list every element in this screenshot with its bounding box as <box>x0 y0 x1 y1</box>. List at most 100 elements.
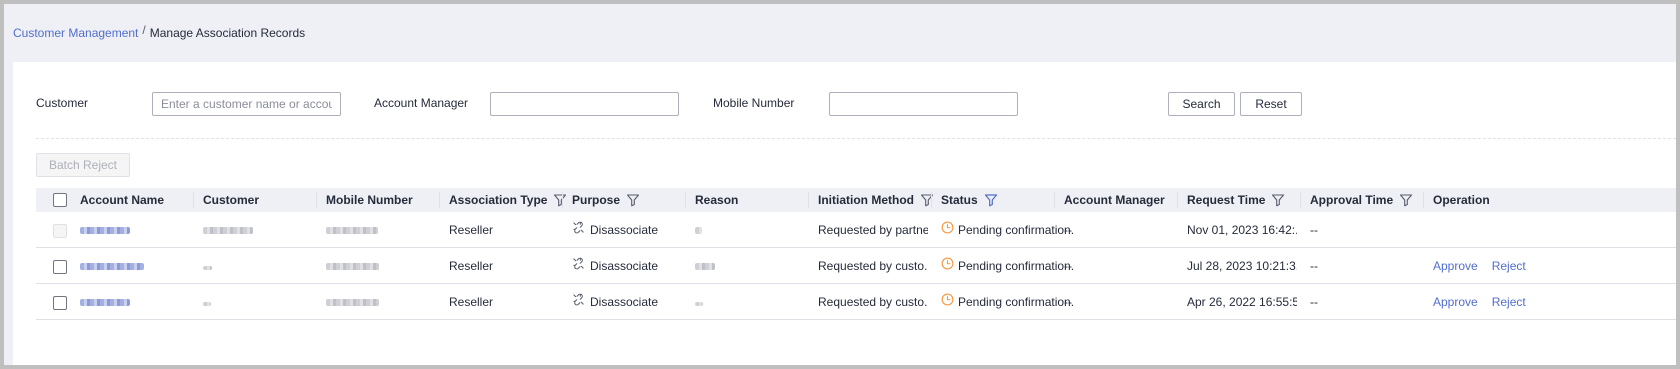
customer-name-redacted <box>203 266 212 270</box>
header-select-all[interactable] <box>36 188 70 212</box>
association-records-table: Account Name Customer Mobile Number Asso… <box>36 188 1676 320</box>
header-initiation-method: Initiation Method <box>818 188 934 212</box>
header-separator <box>439 192 440 208</box>
table-row: Reseller Disassociate Requested by partn… <box>36 212 1676 248</box>
purpose-cell: Disassociate <box>572 284 658 320</box>
header-reason-label: Reason <box>695 193 739 207</box>
header-purpose-label: Purpose <box>572 193 621 207</box>
account-manager-cell: -- <box>1064 295 1072 309</box>
header-approval-time: Approval Time <box>1310 188 1413 212</box>
unlink-icon <box>572 284 585 320</box>
approval-time-cell: -- <box>1310 259 1318 273</box>
unlink-icon <box>572 248 585 284</box>
filter-icon[interactable] <box>553 193 567 207</box>
table-header: Account Name Customer Mobile Number Asso… <box>36 188 1676 212</box>
status-label: Pending confirmation. <box>958 223 1075 237</box>
table-row: Reseller Disassociate Requested by custo… <box>36 284 1676 320</box>
status-cell: Pending confirmation. <box>941 248 1074 284</box>
status-cell: Pending confirmation. <box>941 212 1074 248</box>
header-customer-label: Customer <box>203 193 260 207</box>
reset-button[interactable]: Reset <box>1240 92 1302 116</box>
header-separator <box>1177 192 1178 208</box>
filter-icon-active[interactable] <box>984 193 998 207</box>
initiation-method-cell: Requested by partners <box>818 223 928 237</box>
header-separator <box>1300 192 1301 208</box>
account-name-link[interactable] <box>80 263 144 270</box>
header-association-type: Association Type <box>449 188 567 212</box>
breadcrumb-separator: / <box>142 23 146 37</box>
operation-cell: Approve Reject <box>1433 248 1540 284</box>
association-type-cell: Reseller <box>449 223 494 237</box>
approve-link[interactable]: Approve <box>1433 295 1478 309</box>
header-mobile-number: Mobile Number <box>326 188 413 212</box>
association-type-cell: Reseller <box>449 259 494 273</box>
reject-link[interactable]: Reject <box>1492 295 1526 309</box>
filter-icon[interactable] <box>626 193 640 207</box>
account-manager-input[interactable] <box>490 92 679 116</box>
header-account-manager-label: Account Manager <box>1064 193 1165 207</box>
status-label: Pending confirmation. <box>958 295 1075 309</box>
mobile-number-redacted <box>326 263 379 270</box>
initiation-method-cell: Requested by custo... <box>818 259 928 273</box>
approve-link[interactable]: Approve <box>1433 259 1478 273</box>
content-card: Customer Account Manager Mobile Number S… <box>13 62 1676 365</box>
select-all-checkbox[interactable] <box>53 193 67 207</box>
status-label: Pending confirmation. <box>958 259 1075 273</box>
header-customer: Customer <box>203 188 259 212</box>
batch-reject-button[interactable]: Batch Reject <box>36 153 130 177</box>
header-purpose: Purpose <box>572 188 640 212</box>
request-time-cell: Jul 28, 2023 10:21:3... <box>1187 259 1297 273</box>
header-separator <box>1054 192 1055 208</box>
filter-icon[interactable] <box>1271 193 1285 207</box>
account-manager-filter-label: Account Manager <box>374 96 469 110</box>
purpose-label: Disassociate <box>590 295 659 309</box>
reject-link[interactable]: Reject <box>1492 259 1526 273</box>
header-account-name: Account Name <box>80 188 164 212</box>
table-row: Reseller Disassociate Requested by custo… <box>36 248 1676 284</box>
association-type-cell: Reseller <box>449 295 494 309</box>
reason-redacted <box>695 302 703 306</box>
header-status: Status <box>941 188 998 212</box>
breadcrumb: Customer Management / Manage Association R… <box>13 23 306 40</box>
header-separator <box>562 192 563 208</box>
account-manager-cell: -- <box>1064 223 1072 237</box>
header-separator <box>316 192 317 208</box>
header-separator <box>808 192 809 208</box>
customer-name-redacted <box>203 302 211 306</box>
purpose-label: Disassociate <box>590 223 659 237</box>
header-request-time-label: Request Time <box>1187 193 1266 207</box>
request-time-cell: Apr 26, 2022 16:55:5... <box>1187 295 1297 309</box>
clock-icon <box>941 284 954 320</box>
mobile-number-input[interactable] <box>829 92 1018 116</box>
row-checkbox[interactable] <box>53 296 67 310</box>
header-request-time: Request Time <box>1187 188 1285 212</box>
status-cell: Pending confirmation. <box>941 284 1074 320</box>
account-name-link[interactable] <box>80 227 130 234</box>
breadcrumb-customer-management[interactable]: Customer Management <box>13 26 138 40</box>
clock-icon <box>941 248 954 284</box>
header-separator <box>685 192 686 208</box>
account-name-link[interactable] <box>80 299 130 306</box>
page-frame: Customer Management / Manage Association R… <box>4 4 1676 365</box>
header-account-name-label: Account Name <box>80 193 165 207</box>
header-operation-label: Operation <box>1433 193 1490 207</box>
breadcrumb-current: Manage Association Records <box>149 26 306 40</box>
request-time-cell: Nov 01, 2023 16:42:... <box>1187 223 1297 237</box>
clock-icon <box>941 212 954 248</box>
reason-redacted <box>695 227 702 234</box>
customer-name-redacted <box>203 227 253 234</box>
reason-redacted <box>695 263 715 270</box>
header-reason: Reason <box>695 188 738 212</box>
row-checkbox[interactable] <box>53 260 67 274</box>
filter-icon[interactable] <box>1399 193 1413 207</box>
purpose-cell: Disassociate <box>572 248 658 284</box>
header-account-manager: Account Manager <box>1064 188 1165 212</box>
purpose-cell: Disassociate <box>572 212 658 248</box>
header-mobile-number-label: Mobile Number <box>326 193 413 207</box>
header-initiation-method-label: Initiation Method <box>818 193 914 207</box>
row-checkbox <box>53 224 67 238</box>
filter-divider <box>36 138 1676 139</box>
approval-time-cell: -- <box>1310 223 1318 237</box>
search-button[interactable]: Search <box>1168 92 1235 116</box>
customer-search-input[interactable] <box>152 92 341 116</box>
